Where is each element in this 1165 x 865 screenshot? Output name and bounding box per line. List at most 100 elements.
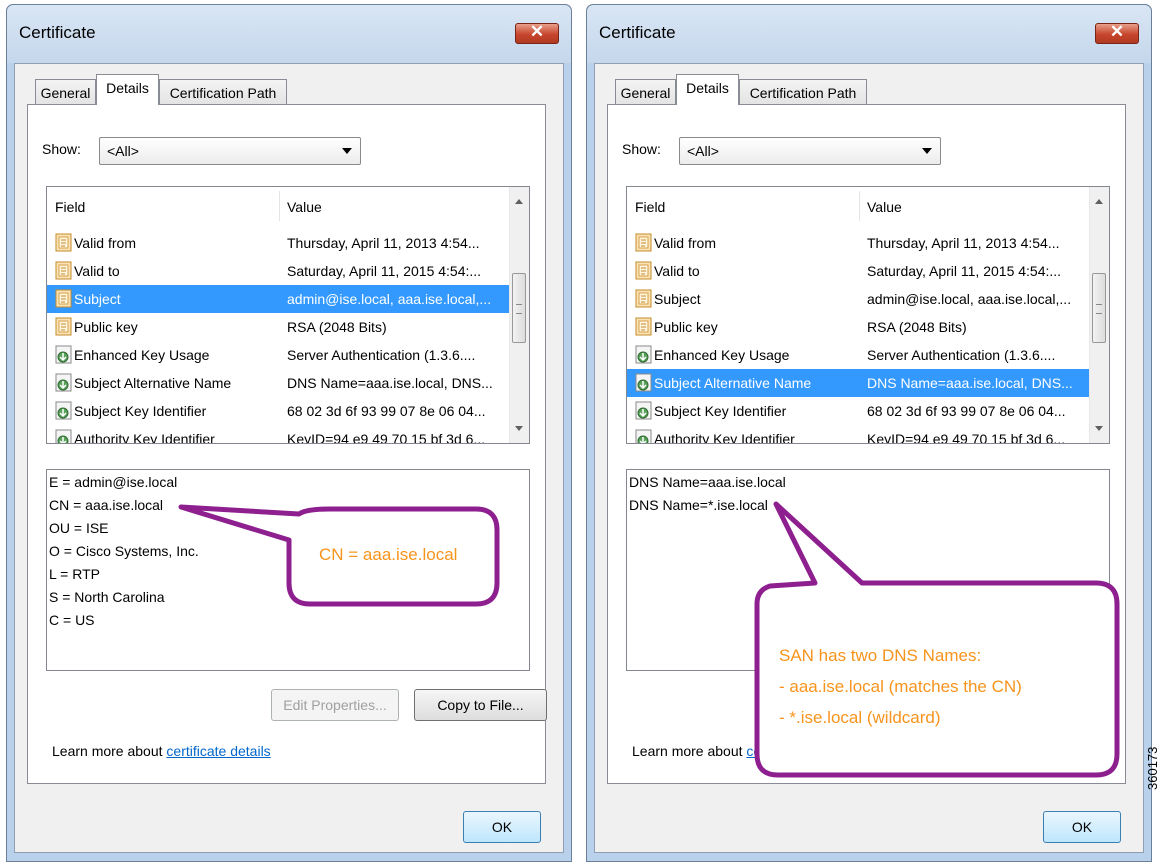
list-header: Field Value (627, 187, 1090, 223)
tab-general[interactable]: General (35, 79, 96, 105)
column-divider[interactable] (279, 191, 280, 221)
extension-field-icon (55, 429, 73, 443)
column-header-value[interactable]: Value (287, 199, 322, 215)
grip-icon (516, 304, 522, 314)
table-row[interactable]: Subject admin@ise.local, aaa.ise.local,..… (627, 285, 1090, 313)
table-row[interactable]: Enhanced Key Usage Server Authentication … (47, 341, 510, 369)
dialog-title: Certificate (599, 23, 676, 42)
field-name: Subject (74, 291, 121, 307)
table-row[interactable]: Valid from Thursday, April 11, 2013 4:54.… (627, 229, 1090, 257)
table-row[interactable]: Valid from Thursday, April 11, 2013 4:54.… (47, 229, 510, 257)
field-name: Subject Key Identifier (74, 403, 207, 419)
table-row[interactable]: Subject Key Identifier 68 02 3d 6f 93 99 … (627, 397, 1090, 425)
scroll-up-icon[interactable] (515, 199, 523, 204)
column-divider[interactable] (859, 191, 860, 221)
table-row[interactable]: Public key RSA (2048 Bits) (627, 313, 1090, 341)
tab-certification-path[interactable]: Certification Path (739, 79, 867, 105)
extension-field-icon (55, 401, 73, 421)
show-dropdown-value: <All> (107, 143, 139, 159)
copy-to-file-button[interactable]: Copy to File... (414, 689, 547, 721)
field-detail-box[interactable]: DNS Name=aaa.ise.local DNS Name=*.ise.lo… (626, 469, 1110, 671)
cn-callout-text: CN = aaa.ise.local (319, 545, 458, 564)
field-name: Valid from (74, 235, 136, 251)
field-name: Authority Key Identifier (74, 431, 215, 444)
extension-field-icon (635, 401, 653, 421)
field-value: KeyID=94 e9 49 70 15 bf 3d 6... (867, 431, 1066, 444)
field-value: Thursday, April 11, 2013 4:54... (287, 235, 480, 251)
learn-more-text: Learn more about certificate details (52, 743, 271, 759)
field-name: Public key (74, 319, 138, 335)
certificate-field-icon (635, 261, 653, 281)
column-header-value[interactable]: Value (867, 199, 902, 215)
field-name: Public key (654, 319, 718, 335)
figure-id: 360173 (1145, 746, 1160, 790)
scroll-thumb[interactable] (512, 273, 526, 343)
table-row[interactable]: Valid to Saturday, April 11, 2015 4:54:..… (47, 257, 510, 285)
detail-line: DNS Name=*.ise.local (629, 497, 768, 513)
column-header-field[interactable]: Field (55, 199, 85, 215)
field-name: Valid from (654, 235, 716, 251)
detail-line: L = RTP (49, 566, 100, 582)
ok-button[interactable]: OK (1043, 811, 1121, 843)
title-bar: Certificate ✕ (587, 5, 1151, 63)
field-value: admin@ise.local, aaa.ise.local,... (287, 291, 492, 307)
close-icon: ✕ (529, 22, 545, 41)
certificate-field-icon (635, 233, 653, 253)
scroll-up-icon[interactable] (1095, 199, 1103, 204)
field-value: RSA (2048 Bits) (287, 319, 387, 335)
edit-properties-button[interactable]: Edit Properties... (271, 689, 399, 721)
tab-certification-path[interactable]: Certification Path (159, 79, 287, 105)
show-dropdown-value: <All> (687, 143, 719, 159)
table-row[interactable]: Enhanced Key Usage Server Authentication … (627, 341, 1090, 369)
column-header-field[interactable]: Field (635, 199, 665, 215)
learn-more-text: Learn more about certificate details (632, 743, 851, 759)
title-bar: Certificate ✕ (7, 5, 571, 63)
close-icon: ✕ (1109, 22, 1125, 41)
tab-details[interactable]: Details (96, 74, 159, 105)
detail-line: C = US (49, 612, 95, 628)
san-callout-line: - aaa.ise.local (matches the CN) (779, 677, 1022, 696)
extension-field-icon (635, 429, 653, 443)
ok-button[interactable]: OK (463, 811, 541, 843)
learn-more-prefix: Learn more about (632, 743, 747, 759)
field-value: Server Authentication (1.3.6.... (867, 347, 1056, 363)
table-row[interactable]: Subject admin@ise.local, aaa.ise.local,..… (47, 285, 510, 313)
detail-line: E = admin@ise.local (49, 474, 178, 490)
field-list[interactable]: Field Value Valid from Thursday, April 11… (626, 186, 1110, 444)
table-row[interactable]: Public key RSA (2048 Bits) (47, 313, 510, 341)
field-name: Enhanced Key Usage (74, 347, 210, 363)
vertical-scrollbar[interactable] (1089, 187, 1109, 443)
certificate-field-icon (55, 317, 73, 337)
tab-details[interactable]: Details (676, 74, 739, 105)
vertical-scrollbar[interactable] (509, 187, 529, 443)
table-row[interactable]: Valid to Saturday, April 11, 2015 4:54:..… (627, 257, 1090, 285)
certificate-details-link[interactable]: certificate details (166, 743, 270, 759)
field-value: Server Authentication (1.3.6.... (287, 347, 476, 363)
field-name: Subject Alternative Name (654, 375, 812, 391)
close-button[interactable]: ✕ (515, 22, 559, 44)
table-row[interactable]: Authority Key Identifier KeyID=94 e9 49 7… (627, 425, 1090, 444)
field-name: Enhanced Key Usage (654, 347, 790, 363)
table-row[interactable]: Subject Key Identifier 68 02 3d 6f 93 99 … (47, 397, 510, 425)
field-value: 68 02 3d 6f 93 99 07 8e 06 04... (287, 403, 486, 419)
field-detail-box[interactable]: E = admin@ise.local CN = aaa.ise.local O… (46, 469, 530, 671)
certificate-details-link[interactable]: certificate details (746, 743, 850, 759)
show-dropdown[interactable]: <All> (99, 137, 361, 165)
tab-general[interactable]: General (615, 79, 676, 105)
table-row[interactable]: Authority Key Identifier KeyID=94 e9 49 7… (47, 425, 510, 444)
show-dropdown[interactable]: <All> (679, 137, 941, 165)
field-name: Valid to (654, 263, 700, 279)
table-row[interactable]: Subject Alternative Name DNS Name=aaa.ise… (47, 369, 510, 397)
detail-line: S = North Carolina (49, 589, 165, 605)
scroll-down-icon[interactable] (1095, 426, 1103, 431)
field-value: Thursday, April 11, 2013 4:54... (867, 235, 1060, 251)
field-value: RSA (2048 Bits) (867, 319, 967, 335)
scroll-thumb[interactable] (1092, 273, 1106, 343)
extension-field-icon (635, 373, 653, 393)
field-list[interactable]: Field Value Valid from Thursday, April 11… (46, 186, 530, 444)
detail-line: OU = ISE (49, 520, 109, 536)
details-panel: Show: <All> Field Value Valid from Thursd… (27, 104, 547, 784)
table-row[interactable]: Subject Alternative Name DNS Name=aaa.ise… (627, 369, 1090, 397)
close-button[interactable]: ✕ (1095, 22, 1139, 44)
scroll-down-icon[interactable] (515, 426, 523, 431)
